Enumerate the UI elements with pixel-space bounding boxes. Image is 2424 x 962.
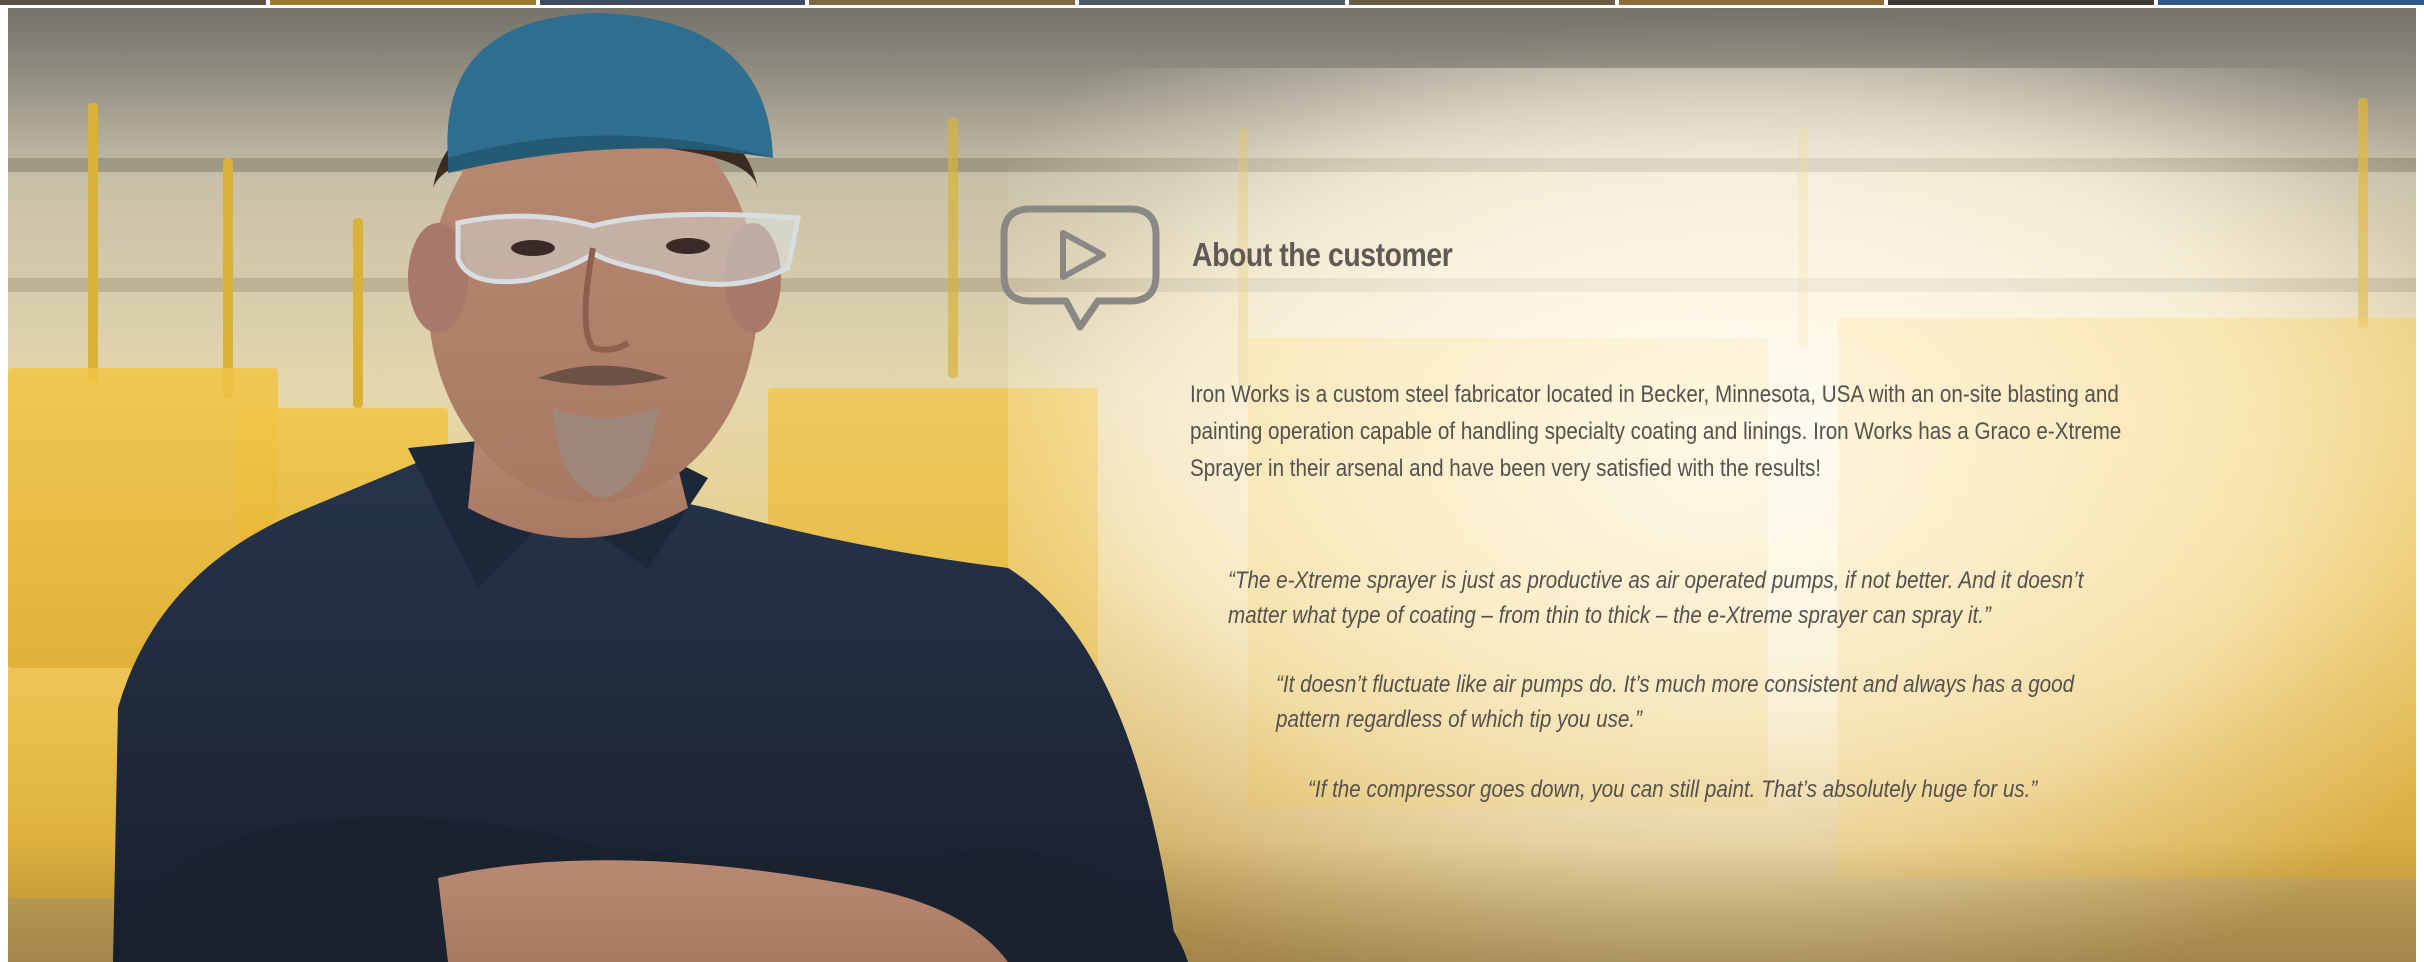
thumbnail-2[interactable] xyxy=(269,0,536,5)
customer-quote: “If the compressor goes down, you can st… xyxy=(1308,776,2038,803)
customer-quote: “It doesn’t fluctuate like air pumps do.… xyxy=(1276,671,2075,733)
thumbnail-3[interactable] xyxy=(539,0,806,5)
thumbnail-5[interactable] xyxy=(1079,0,1345,5)
thumbnail-strip xyxy=(0,0,2424,5)
thumbnail-9[interactable] xyxy=(2158,0,2424,5)
thumbnail-8[interactable] xyxy=(1888,0,2155,5)
thumbnail-1[interactable] xyxy=(0,0,266,5)
light-haze xyxy=(1008,68,2416,962)
thumbnail-4[interactable] xyxy=(809,0,1076,5)
customer-portrait xyxy=(113,13,1188,962)
customer-quote: “The e-Xtreme sprayer is just as product… xyxy=(1228,567,2084,629)
section-title: About the customer xyxy=(1192,236,1453,273)
customer-description: Iron Works is a custom steel fabricator … xyxy=(1190,381,2122,482)
thumbnail-7[interactable] xyxy=(1618,0,1885,5)
play-speech-bubble-icon[interactable] xyxy=(1000,205,1160,335)
thumbnail-6[interactable] xyxy=(1348,0,1615,5)
